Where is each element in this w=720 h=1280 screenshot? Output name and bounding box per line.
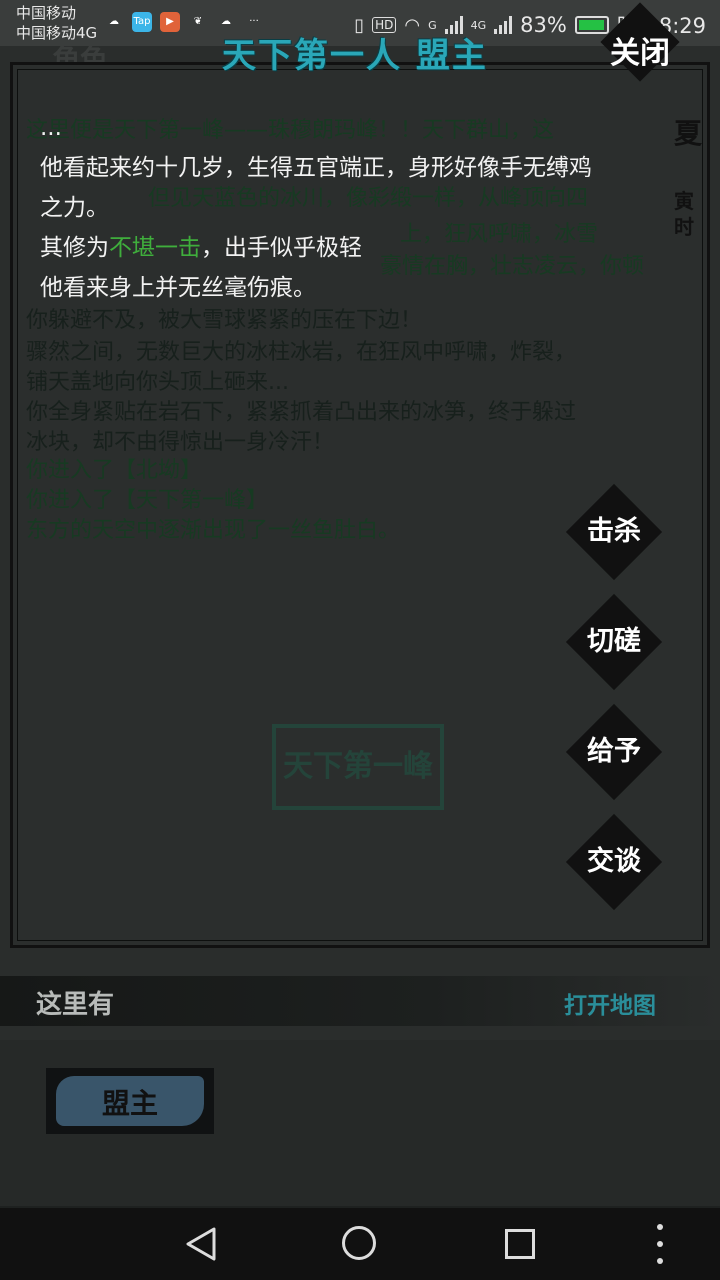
story-log-line: 你躲避不及，被大雪球紧紧的压在下边！ <box>26 308 423 333</box>
npc-description: ... 他看起来约十几岁，生得五官端正，身形好像手无缚鸡 之力。 其修为不堪一击… <box>40 108 680 308</box>
taptap-icon: Tap <box>132 12 152 32</box>
signal-icon-2 <box>494 16 513 34</box>
location-seal: 天下第一峰 <box>272 724 444 810</box>
skill-level: 不堪一击 <box>109 235 201 261</box>
npc-name: 盟主 <box>101 1087 158 1120</box>
story-log-line: 骤然之间，无数巨大的冰柱冰岩，在狂风中呼啸，炸裂， <box>26 340 577 365</box>
here-label: 这里有 <box>36 990 115 1020</box>
desc-line-3: 之力。 <box>40 195 109 221</box>
close-label: 关闭 <box>610 36 670 71</box>
menu-more-icon[interactable] <box>652 1224 668 1264</box>
close-button[interactable]: 关闭 <box>592 0 688 96</box>
cloud-icon: ☁ <box>109 16 119 27</box>
story-log-line: 冰块，却不由得惊出一身冷汗！ <box>26 430 335 455</box>
story-log-line: 铺天盖地向你头顶上砸来... <box>26 370 289 395</box>
skill-suffix: ，出手似乎极轻 <box>201 235 362 261</box>
open-map-link[interactable]: 打开地图 <box>564 986 656 1020</box>
give-label: 给予 <box>587 736 641 767</box>
kill-button[interactable]: 击杀 <box>565 483 663 581</box>
desc-line-2: 他看起来约十几岁，生得五官端正，身形好像手无缚鸡 <box>40 155 592 181</box>
talk-button[interactable]: 交谈 <box>565 813 663 911</box>
story-log-line: 东方的天空中逐渐出现了一丝鱼肚白。 <box>26 518 401 543</box>
talk-label: 交谈 <box>587 846 641 877</box>
back-icon[interactable] <box>184 1226 218 1262</box>
spar-label: 切磋 <box>587 626 641 657</box>
home-icon[interactable] <box>342 1226 376 1260</box>
skill-line: 其修为不堪一击，出手似乎极轻 <box>40 228 680 268</box>
dialog-title: 天下第一人 盟主 <box>222 36 488 76</box>
story-log-line: 你进入了【北坳】 <box>26 458 203 483</box>
carrier-1: 中国移动 <box>16 4 77 22</box>
desc-line-1: ... <box>40 115 62 141</box>
battery-percent: 83% <box>520 13 567 37</box>
give-button[interactable]: 给予 <box>565 703 663 801</box>
recent-apps-icon[interactable] <box>505 1229 535 1259</box>
story-log-line: 你全身紧贴在岩石下，紧紧抓着凸出来的冰笋，终于躲过 <box>26 400 577 425</box>
skill-prefix: 其修为 <box>40 235 109 261</box>
story-log-line: 你进入了【天下第一峰】 <box>26 488 269 513</box>
uc-browser-icon: ❦ <box>193 16 203 27</box>
video-icon: ▶ <box>160 12 180 32</box>
spar-button[interactable]: 切磋 <box>565 593 663 691</box>
kill-label: 击杀 <box>587 516 641 547</box>
injury-line: 他看来身上并无丝毫伤痕。 <box>40 275 316 301</box>
